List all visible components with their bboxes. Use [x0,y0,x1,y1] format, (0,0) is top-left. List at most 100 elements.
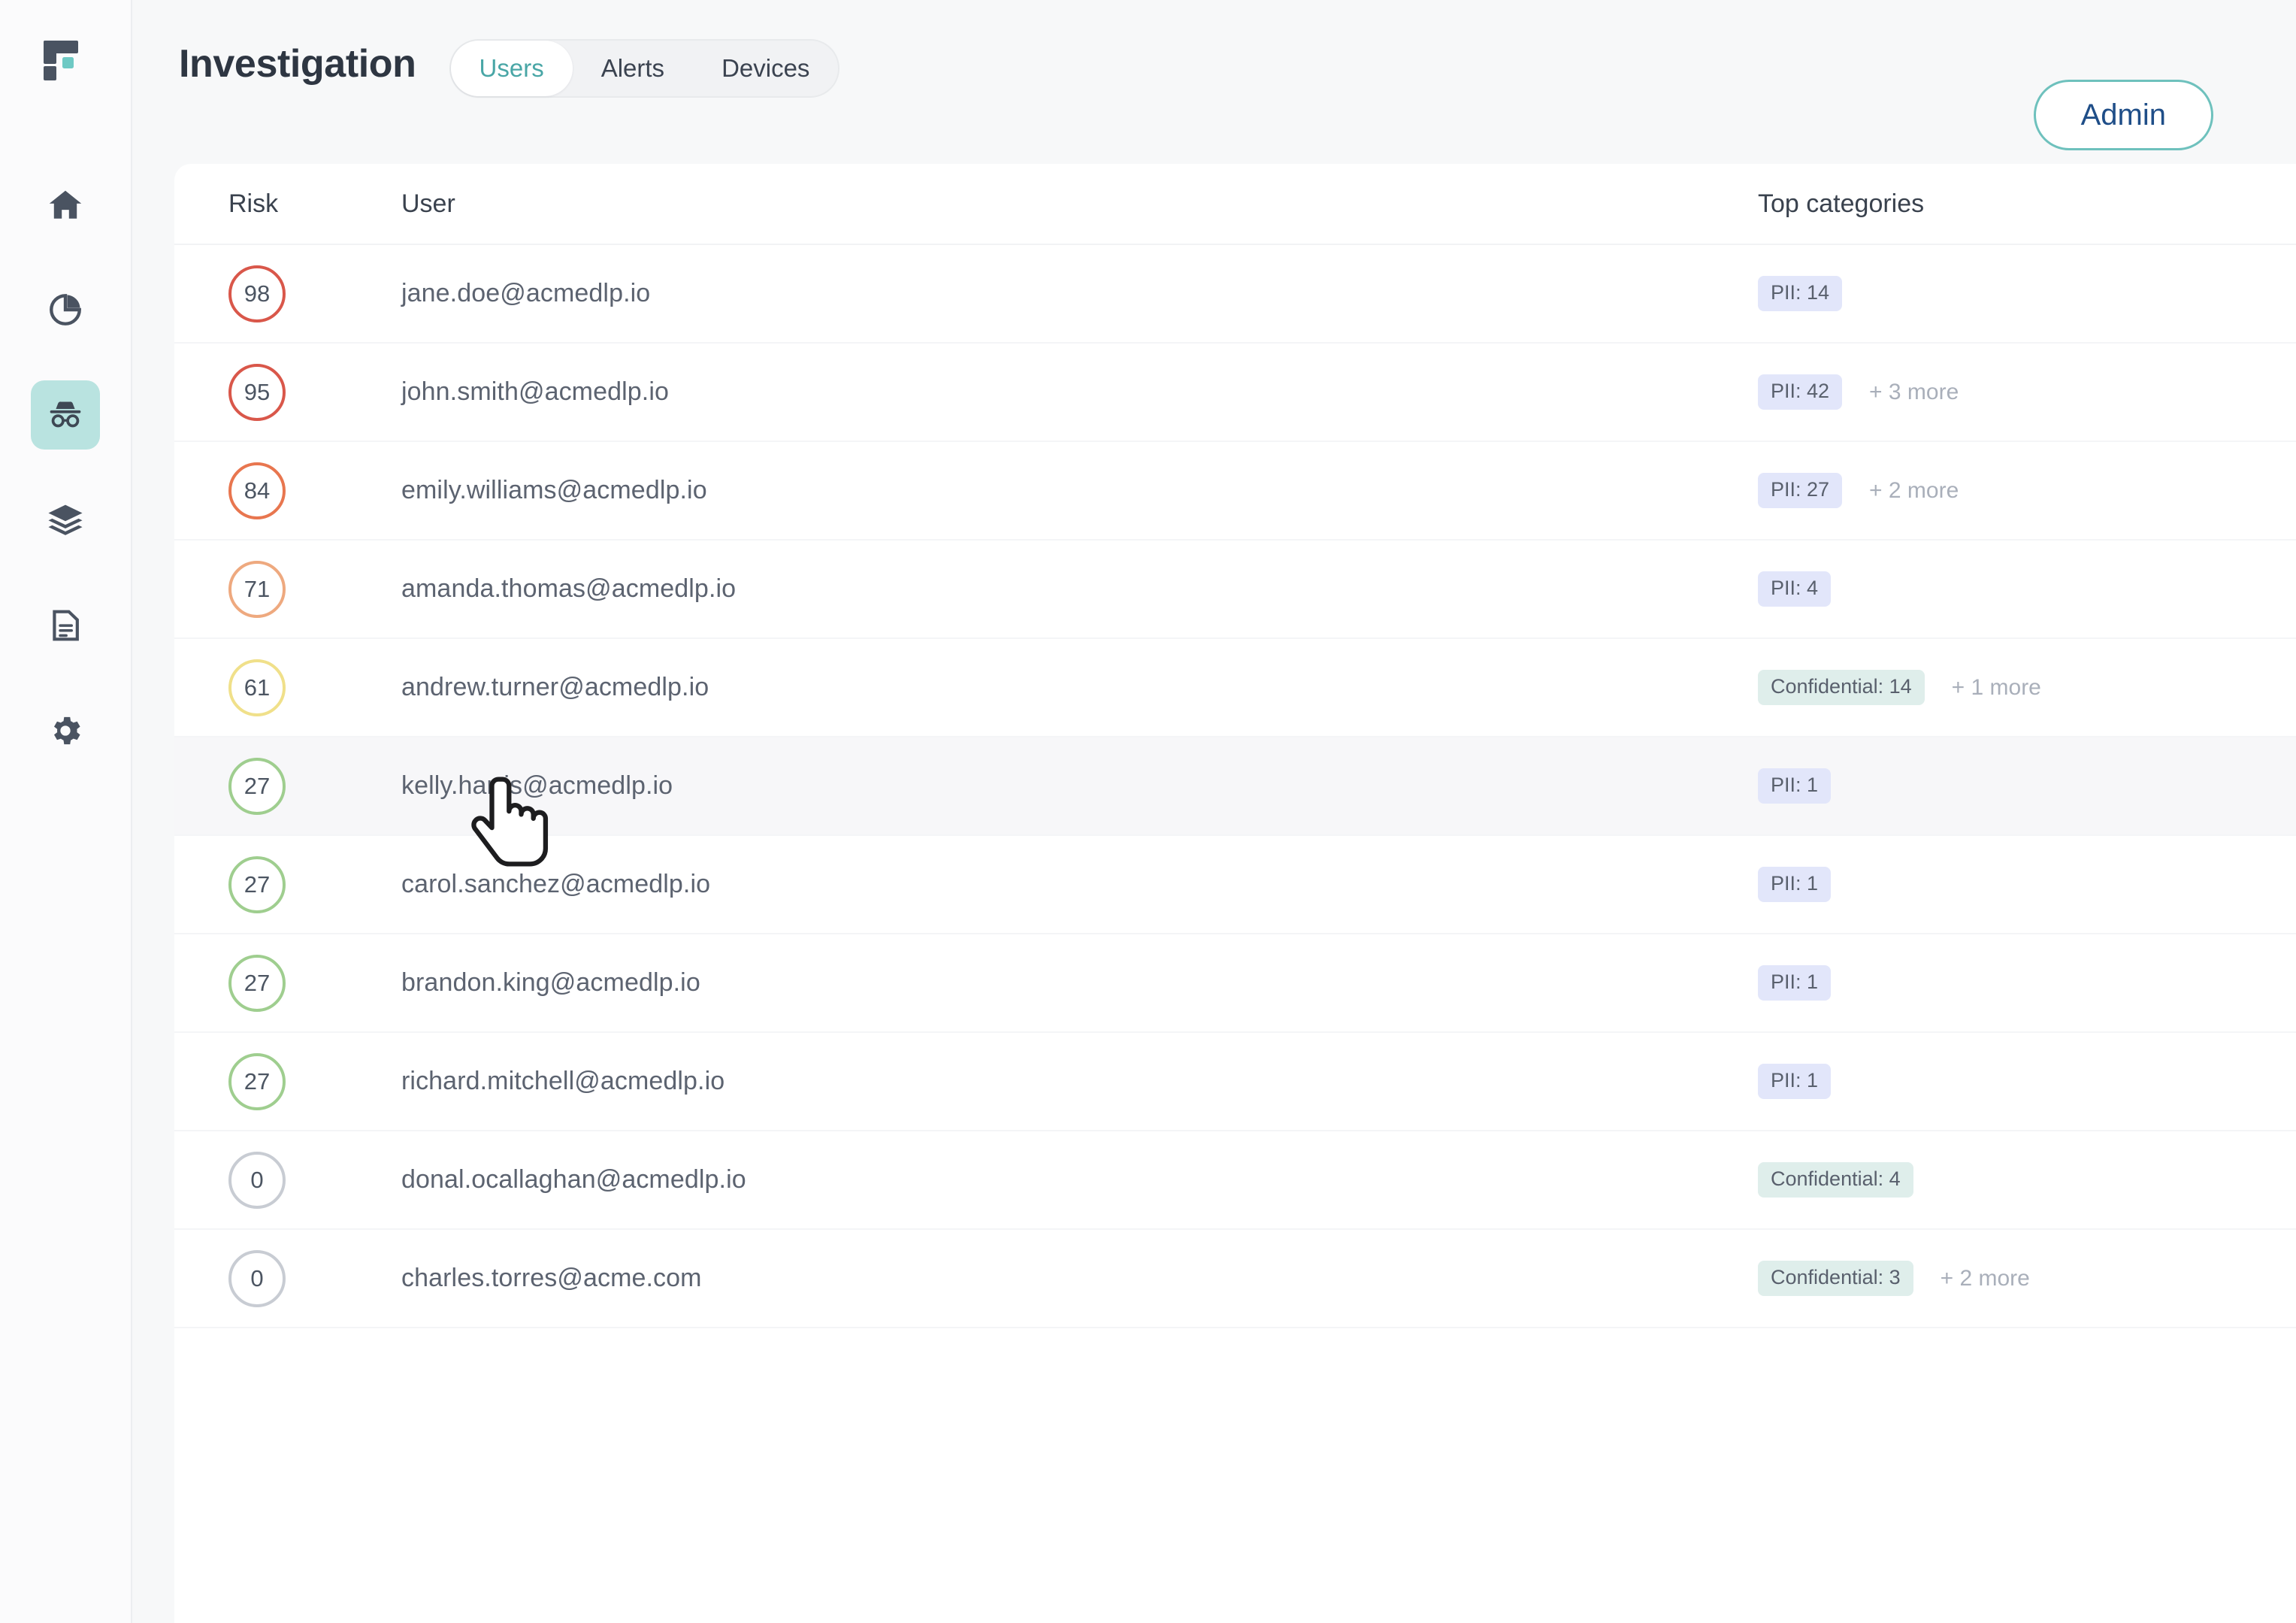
cell-risk: 98 [174,265,392,322]
cell-user: charles.torres@acme.com [392,1264,1740,1293]
risk-score-badge: 27 [228,954,286,1012]
user-email: jane.doe@acmedlp.io [401,279,651,307]
cell-user: andrew.turner@acmedlp.io [392,673,1740,702]
risk-score-badge: 95 [228,363,286,421]
column-header-risk-label: Risk [228,189,279,218]
category-more-link[interactable]: + 1 more [1952,675,2041,701]
company-logo[interactable] [24,18,107,101]
cell-top-categories: PII: 1 [1740,1064,2296,1099]
tab-users[interactable]: Users [450,41,573,96]
cell-user: emily.williams@acmedlp.io [392,476,1740,505]
cell-top-categories: PII: 1 [1740,768,2296,804]
incognito-icon [50,401,81,428]
user-email: kelly.harris@acmedlp.io [401,771,673,800]
header-actions: Admin [2033,80,2249,150]
category-chip[interactable]: PII: 1 [1758,768,1832,804]
cell-top-categories: Confidential: 3 + 2 more [1740,1261,2296,1296]
cell-risk: 61 [174,659,392,716]
cell-top-categories: Confidential: 14 + 1 more [1740,670,2296,705]
sidebar-item-layers[interactable] [31,486,100,555]
cell-top-categories: PII: 1 [1740,867,2296,902]
cell-user: jane.doe@acmedlp.io [392,279,1740,308]
cell-top-categories: PII: 42 + 3 more [1740,374,2296,410]
risk-score-badge: 61 [228,659,286,716]
category-chip[interactable]: PII: 4 [1758,571,1832,607]
table-row[interactable]: 27 brandon.king@acmedlp.io PII: 1 [174,934,2296,1033]
user-email: donal.ocallaghan@acmedlp.io [401,1165,746,1194]
user-email: charles.torres@acme.com [401,1264,702,1292]
cell-risk: 95 [174,363,392,421]
table-row[interactable]: 98 jane.doe@acmedlp.io PII: 14 [174,245,2296,344]
users-table-body: 98 jane.doe@acmedlp.io PII: 14 95 john.smith… [174,245,2296,1328]
cell-risk: 27 [174,855,392,913]
user-email: emily.williams@acmedlp.io [401,476,707,504]
cell-top-categories: PII: 4 [1740,571,2296,607]
cell-top-categories: PII: 1 [1740,965,2296,1001]
layers-icon [48,504,83,535]
category-chip[interactable]: PII: 1 [1758,867,1832,902]
table-row[interactable]: 61 andrew.turner@acmedlp.io Confidential: … [174,639,2296,737]
cell-user: carol.sanchez@acmedlp.io [392,870,1740,899]
cell-risk: 27 [174,757,392,815]
sidebar-item-reports[interactable] [31,591,100,660]
category-chip[interactable]: PII: 1 [1758,965,1832,1001]
table-row[interactable]: 84 emily.williams@acmedlp.io PII: 27 + 2 mo… [174,442,2296,540]
cell-top-categories: Confidential: 4 [1740,1162,2296,1198]
table-row[interactable]: 95 john.smith@acmedlp.io PII: 42 + 3 more [174,344,2296,442]
sidebar-item-settings[interactable] [31,696,100,765]
pie-chart-icon [50,294,81,326]
sidebar-item-investigation[interactable] [31,380,100,450]
risk-score-badge: 71 [228,560,286,618]
risk-score-badge: 27 [228,1052,286,1110]
table-row[interactable]: 71 amanda.thomas@acmedlp.io PII: 4 [174,540,2296,639]
category-more-link[interactable]: + 2 more [1941,1266,2030,1291]
user-email: john.smith@acmedlp.io [401,377,669,406]
table-header-row: Risk User Top categories [174,164,2296,245]
column-header-categories: Top categories [1740,189,2296,219]
table-row[interactable]: 27 richard.mitchell@acmedlp.io PII: 1 [174,1033,2296,1131]
tab-devices[interactable]: Devices [693,41,838,96]
sidebar-item-analytics[interactable] [31,275,100,344]
category-chip[interactable]: Confidential: 3 [1758,1261,1913,1296]
risk-score-badge: 27 [228,757,286,815]
table-row[interactable]: 27 carol.sanchez@acmedlp.io PII: 1 [174,836,2296,934]
column-header-user-label: User [401,189,455,218]
category-chip[interactable]: Confidential: 14 [1758,670,1925,705]
cell-risk: 84 [174,462,392,519]
table-row[interactable]: 0 charles.torres@acme.com Confidential: 3 +… [174,1230,2296,1328]
column-header-categories-label: Top categories [1758,189,1925,218]
category-chip[interactable]: PII: 14 [1758,276,1843,311]
user-email: amanda.thomas@acmedlp.io [401,574,737,603]
category-chip[interactable]: PII: 1 [1758,1064,1832,1099]
category-more-link[interactable]: + 3 more [1869,380,1959,405]
category-chip[interactable]: Confidential: 4 [1758,1162,1913,1198]
table-row[interactable]: 0 donal.ocallaghan@acmedlp.io Confidential… [174,1131,2296,1230]
page-title: Investigation [179,42,416,86]
tab-group: Users Alerts Devices [449,39,840,98]
cell-risk: 27 [174,954,392,1012]
category-more-link[interactable]: + 2 more [1869,478,1959,504]
category-chip[interactable]: PII: 42 [1758,374,1843,410]
app-root: Investigation Users Alerts Devices Admin… [0,0,2296,1623]
cell-risk: 0 [174,1249,392,1307]
cell-risk: 27 [174,1052,392,1110]
user-email: carol.sanchez@acmedlp.io [401,870,711,898]
cell-user: donal.ocallaghan@acmedlp.io [392,1165,1740,1195]
table-row[interactable]: 27 kelly.harris@acmedlp.io PII: 1 [174,737,2296,836]
risk-score-badge: 84 [228,462,286,519]
tab-alerts[interactable]: Alerts [573,41,693,96]
risk-score-badge: 27 [228,855,286,913]
cell-risk: 71 [174,560,392,618]
document-icon [53,610,79,641]
main-area: Investigation Users Alerts Devices Admin… [132,0,2296,1623]
admin-button[interactable]: Admin [2033,80,2213,150]
sidebar-nav [0,170,131,765]
risk-score-badge: 0 [228,1249,286,1307]
user-email: andrew.turner@acmedlp.io [401,673,709,701]
cell-user: kelly.harris@acmedlp.io [392,771,1740,801]
sidebar-item-home[interactable] [31,170,100,239]
category-chip[interactable]: PII: 27 [1758,473,1843,508]
cell-top-categories: PII: 14 [1740,276,2296,311]
users-table-card: Risk User Top categories 98 jane.doe@acme… [174,164,2296,1623]
sidebar [0,0,132,1623]
